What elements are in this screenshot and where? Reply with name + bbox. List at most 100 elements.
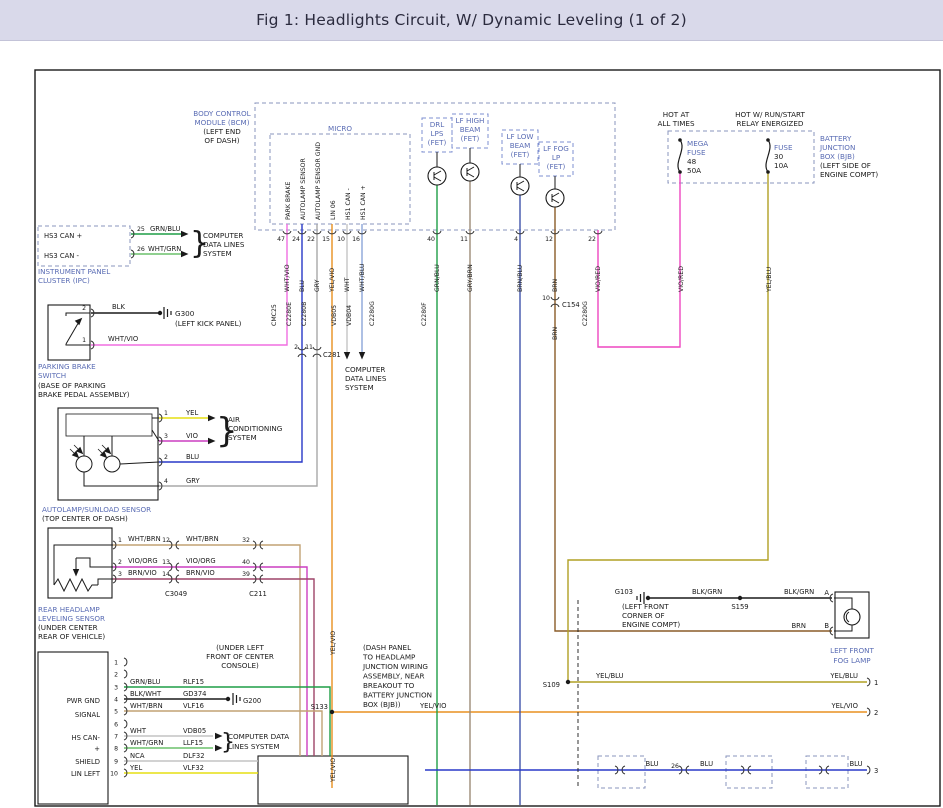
label: REAR HEADLAMP [38, 605, 100, 614]
label: YEL [129, 764, 142, 772]
label: + [94, 745, 100, 753]
label: PWR GND [67, 697, 100, 705]
arrow-icon [208, 438, 216, 444]
label: BATTERY [820, 134, 852, 143]
light-ray [70, 449, 74, 453]
label: BRAKE PEDAL ASSEMBLY) [38, 390, 130, 399]
label: 10 [337, 236, 345, 243]
label: 1 [164, 410, 168, 417]
label: MODULE (BCM) [194, 118, 249, 127]
headlamp-connector-box [38, 652, 108, 804]
leveling-internal [98, 579, 113, 585]
label: BEAM [510, 141, 531, 150]
label: CLUSTER (IPC) [38, 276, 90, 285]
label: GRN/BLU [434, 264, 441, 292]
label: (TOP CENTER OF DASH) [42, 514, 128, 523]
label: REAR OF VEHICLE) [38, 632, 105, 641]
connector-pin-icon [867, 766, 870, 774]
label: WHT [130, 727, 147, 735]
leveling-resistor [54, 579, 98, 591]
connector-pin-icon [124, 670, 127, 678]
label: VIO/RED [595, 266, 602, 292]
label: 39 [242, 571, 250, 578]
label: WHT/GRN [130, 739, 163, 747]
label: WHT [344, 277, 351, 292]
label: C281 [323, 351, 341, 359]
fet-icon [511, 177, 529, 195]
label: SIGNAL [75, 711, 100, 719]
label: 6 [114, 722, 118, 729]
label: WHT/BRN [186, 535, 219, 543]
label: YEL/VIO [830, 702, 858, 710]
label: LEVELING SENSOR [38, 614, 105, 623]
label: C2280G [582, 301, 589, 326]
splice-dot-icon [646, 596, 650, 600]
label: 40 [242, 559, 250, 566]
label: LLF15 [183, 739, 203, 747]
label: PARK BRAKE [285, 182, 292, 220]
label: ENGINE COMPT) [622, 620, 680, 629]
label: YEL/VIO [330, 758, 337, 783]
label: 14 [162, 571, 170, 578]
label: 10A [774, 161, 788, 170]
label: 22 [588, 236, 596, 243]
label: 1 [118, 537, 122, 544]
splice-dot-icon [330, 710, 334, 714]
splice-dot-icon [158, 311, 162, 315]
label: YEL [185, 409, 198, 417]
label: PARKING BRAKE [38, 362, 96, 371]
arrow-icon [181, 231, 189, 237]
label: GRN/BLU [130, 678, 160, 686]
label: DATA LINES [203, 240, 245, 249]
label: G200 [243, 697, 261, 705]
label: (FET) [461, 134, 480, 143]
label: C2280F [421, 302, 428, 326]
label: BLU [186, 453, 199, 461]
label: 12 [162, 537, 170, 544]
label: (DASH PANEL [363, 643, 411, 652]
label: FUSE [774, 143, 793, 152]
label: 4 [514, 236, 518, 243]
label: BODY CONTROL [193, 109, 250, 118]
label: GD374 [183, 690, 206, 698]
splice-dot-icon [738, 596, 742, 600]
label: BREAKOUT TO [363, 681, 415, 690]
label: DRL [430, 120, 445, 129]
label: C2280G [369, 301, 376, 326]
label: WHT/BLU [359, 263, 366, 292]
label: 2 [114, 672, 118, 679]
label: 3 [164, 433, 168, 440]
label: BLU [299, 280, 306, 292]
label: DLF32 [183, 752, 205, 760]
foglamp-internal [834, 598, 852, 609]
label: HS1 CAN - [345, 188, 352, 220]
arrow-icon [73, 569, 79, 577]
label: CONDITIONING [228, 424, 282, 433]
autolamp-internal [120, 462, 159, 464]
label: BLK/GRN [784, 588, 814, 596]
label: WHT/GRN [148, 245, 181, 253]
label: BLK/GRN [692, 588, 722, 596]
fuse-icon [678, 140, 682, 172]
label: YEL/VIO [330, 631, 337, 656]
label: WHT/VIO [108, 335, 138, 343]
label: BLU [700, 760, 713, 768]
label: LF HIGH [456, 116, 485, 125]
label: BRN [552, 278, 559, 292]
light-ray [74, 445, 78, 449]
label: AUTOLAMP/SUNLOAD SENSOR [42, 505, 151, 514]
label: S133 [311, 703, 328, 711]
label: VDB05 [331, 305, 338, 326]
label: 48 [687, 157, 697, 166]
label: BOX (BJB)) [363, 700, 401, 709]
label: YEL/VIO [329, 268, 336, 293]
label: (LEFT FRONT [622, 602, 669, 611]
label: SYSTEM [203, 249, 232, 258]
connector-pin-icon [124, 720, 127, 728]
switch-internal [66, 344, 90, 345]
figure-title: Fig 1: Headlights Circuit, W/ Dynamic Le… [256, 11, 687, 29]
label: 32 [242, 537, 250, 544]
label: BRN/BLU [517, 265, 524, 292]
label: GRY [186, 477, 201, 485]
label: DATA LINES [345, 374, 387, 383]
